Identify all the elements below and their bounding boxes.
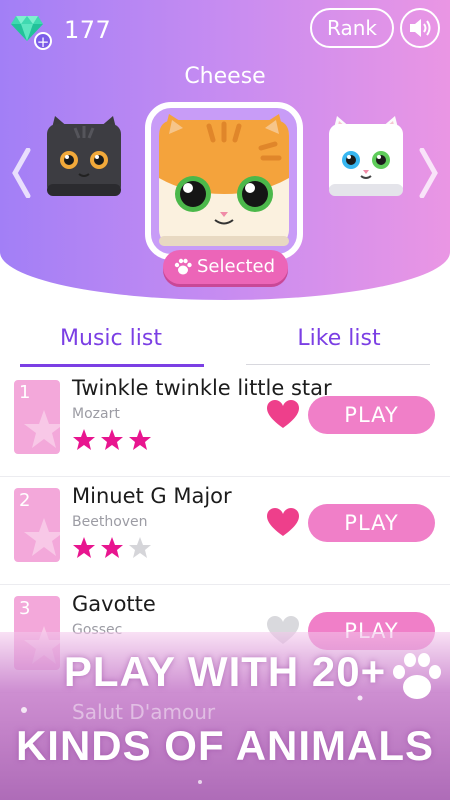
paw-icon bbox=[174, 258, 192, 275]
song-card-thumbnail: 1 bbox=[14, 380, 60, 454]
white-cat-character[interactable] bbox=[327, 114, 405, 198]
star-decoration-icon bbox=[24, 518, 60, 556]
paw-icon bbox=[393, 653, 441, 699]
selected-badge: Selected bbox=[163, 250, 288, 284]
play-button[interactable]: PLAY bbox=[308, 396, 435, 434]
song-row[interactable]: 2 Minuet G Major Beethoven PLAY bbox=[0, 478, 450, 585]
rank-button[interactable]: Rank bbox=[310, 8, 394, 48]
star-icon bbox=[101, 537, 123, 558]
star-icon bbox=[73, 537, 95, 558]
orange-cat-character bbox=[159, 114, 289, 246]
gem-count: 177 bbox=[64, 16, 112, 44]
black-cat-character[interactable] bbox=[45, 114, 123, 198]
gem-balance[interactable]: + bbox=[10, 14, 54, 51]
character-header: + 177 Rank Cheese Selected bbox=[0, 0, 450, 300]
chevron-right-icon[interactable] bbox=[418, 148, 440, 198]
star-empty-icon bbox=[129, 537, 151, 558]
song-row[interactable]: 1 Twinkle twinkle little star Mozart PLA… bbox=[0, 370, 450, 477]
promo-headline-line1: PLAY WITH 20+ bbox=[0, 648, 450, 696]
song-title: Gavotte bbox=[72, 592, 156, 616]
star-icon bbox=[101, 429, 123, 450]
star-icon bbox=[129, 429, 151, 450]
play-button[interactable]: PLAY bbox=[308, 504, 435, 542]
chevron-left-icon[interactable] bbox=[10, 148, 32, 198]
song-title: Twinkle twinkle little star bbox=[72, 376, 332, 400]
add-gems-icon[interactable]: + bbox=[34, 32, 52, 51]
active-tab-indicator bbox=[20, 364, 204, 367]
selected-label: Selected bbox=[197, 256, 276, 277]
tab-divider bbox=[246, 364, 430, 365]
star-rating bbox=[73, 429, 151, 450]
star-decoration-icon bbox=[24, 410, 60, 448]
character-name: Cheese bbox=[184, 64, 266, 89]
promo-line1-text: PLAY WITH 20+ bbox=[63, 648, 387, 695]
sound-toggle-button[interactable] bbox=[400, 8, 440, 48]
speaker-icon bbox=[410, 19, 431, 37]
song-composer: Mozart bbox=[72, 406, 120, 422]
tab-music-list[interactable]: Music list bbox=[16, 326, 206, 351]
star-icon bbox=[73, 429, 95, 450]
tab-like-list[interactable]: Like list bbox=[244, 326, 434, 351]
promo-headline-line2: KINDS OF ANIMALS bbox=[0, 722, 450, 770]
song-card-thumbnail: 2 bbox=[14, 488, 60, 562]
promo-line2-text: KINDS OF ANIMALS bbox=[15, 722, 435, 769]
heart-icon[interactable] bbox=[266, 400, 300, 430]
selected-character-frame[interactable] bbox=[145, 102, 303, 260]
song-composer: Beethoven bbox=[72, 514, 148, 530]
star-rating bbox=[73, 537, 151, 558]
song-title: Minuet G Major bbox=[72, 484, 232, 508]
faded-song-title: Salut D'amour bbox=[72, 700, 216, 724]
heart-icon[interactable] bbox=[266, 508, 300, 538]
